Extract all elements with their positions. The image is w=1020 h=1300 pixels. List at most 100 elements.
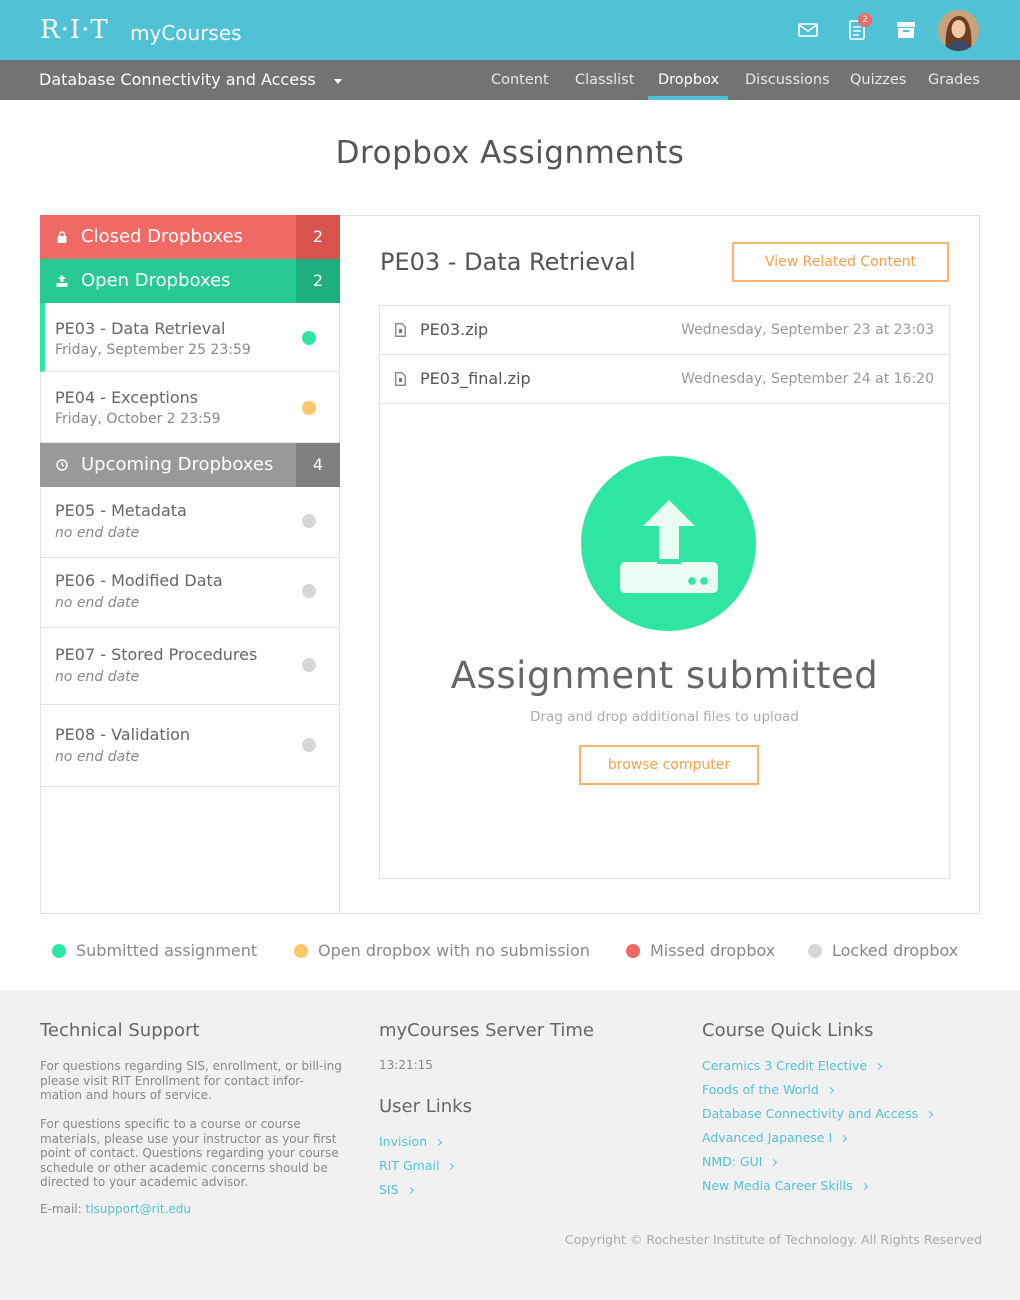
technical-support-heading: Technical Support [40,1020,200,1041]
closed-dropboxes-label: Closed Dropboxes [81,226,243,247]
support-email: E-mail: tlsupport@rit.edu [40,1202,191,1217]
quick-link-foods[interactable]: Foods of the World [702,1082,834,1098]
chevron-right-icon [840,1134,848,1143]
tab-discussions[interactable]: Discussions [745,71,830,89]
zip-file-icon [395,372,406,386]
browse-computer-button[interactable]: browse computer [579,745,759,785]
link-label: New Media Career Skills [702,1178,853,1193]
user-links-heading: User Links [379,1096,472,1117]
top-bar: R·I·T myCourses 2 [0,0,1020,60]
upcoming-dropboxes-header[interactable]: Upcoming Dropboxes 4 [40,443,340,487]
dropbox-item-title: PE07 - Stored Procedures [55,645,258,664]
legend-label: Locked dropbox [832,941,959,960]
tab-quizzes[interactable]: Quizzes [850,71,906,89]
email-link[interactable]: tlsupport@rit.edu [86,1202,192,1216]
chevron-right-icon [860,1182,868,1191]
chevron-right-icon [435,1138,443,1147]
user-link-sis[interactable]: SIS [379,1182,414,1198]
dropbox-item-due: no end date [55,669,140,685]
dropbox-item-due: no end date [55,525,140,541]
open-dropboxes-label: Open Dropboxes [81,270,231,291]
active-tab-indicator [648,96,728,100]
dropbox-item-pe05[interactable]: PE05 - Metadata no end date [40,487,340,558]
user-link-invision[interactable]: Invision [379,1134,443,1150]
dropbox-item-title: PE03 - Data Retrieval [55,319,226,338]
copyright: Copyright © Rochester Institute of Techn… [564,1232,982,1247]
link-label: SIS [379,1182,399,1197]
upload-tray-icon [620,497,718,593]
chevron-down-icon[interactable] [334,79,342,84]
legend-label: Open dropbox with no submission [318,941,590,960]
notification-badge: 2 [858,13,872,27]
email-label: E-mail: [40,1202,82,1216]
quick-link-database[interactable]: Database Connectivity and Access [702,1106,934,1122]
dropbox-item-pe08[interactable]: PE08 - Validation no end date [40,705,340,787]
status-dot-open [302,401,316,415]
dropbox-item-due: Friday, September 25 23:59 [55,342,251,358]
chevron-right-icon [770,1158,778,1167]
file-row[interactable]: PE03.zip Wednesday, September 23 at 23:0… [380,306,949,355]
course-selector[interactable]: Database Connectivity and Access [39,70,316,90]
quick-link-nmd-gui[interactable]: NMD: GUI [702,1154,778,1170]
avatar[interactable] [938,10,979,51]
upcoming-count: 4 [296,443,340,487]
tab-content[interactable]: Content [491,71,549,89]
status-dot-locked [302,584,316,598]
chevron-right-icon [826,1086,834,1095]
link-label: Advanced Japanese I [702,1130,833,1145]
dropbox-item-title: PE06 - Modified Data [55,571,223,590]
dropbox-item-title: PE05 - Metadata [55,501,187,520]
legend-label: Missed dropbox [650,941,776,960]
view-related-content-button[interactable]: View Related Content [732,242,949,282]
chevron-right-icon [447,1162,455,1171]
link-label: RIT Gmail [379,1158,440,1173]
lock-icon [57,231,67,243]
upcoming-dropboxes-label: Upcoming Dropboxes [81,454,274,475]
dropbox-item-pe03[interactable]: PE03 - Data Retrieval Friday, September … [40,303,340,372]
closed-count: 2 [296,215,340,259]
quick-link-ceramics[interactable]: Ceramics 3 Credit Elective [702,1058,883,1074]
status-dot-locked [302,738,316,752]
quick-link-career-skills[interactable]: New Media Career Skills [702,1178,868,1194]
tab-grades[interactable]: Grades [928,71,980,89]
page-title: Dropbox Assignments [335,135,685,171]
dropbox-item-title: PE04 - Exceptions [55,388,199,407]
app-name[interactable]: myCourses [130,20,242,46]
file-date: Wednesday, September 23 at 23:03 [681,322,934,338]
dropbox-item-pe04[interactable]: PE04 - Exceptions Friday, October 2 23:5… [40,372,340,443]
server-time-value: 13:21:15 [379,1058,433,1072]
upload-icon [56,275,68,287]
open-count: 2 [296,259,340,303]
drag-drop-hint: Drag and drop additional files to upload [530,709,799,725]
server-time-heading: myCourses Server Time [379,1020,594,1041]
link-label: Ceramics 3 Credit Elective [702,1058,868,1073]
rit-logo[interactable]: R·I·T [40,15,109,45]
assignment-title: PE03 - Data Retrieval [380,248,636,276]
file-row[interactable]: PE03_final.zip Wednesday, September 24 a… [380,355,949,404]
dropbox-item-pe07[interactable]: PE07 - Stored Procedures no end date [40,628,340,705]
zip-file-icon [395,323,406,337]
tab-classlist[interactable]: Classlist [575,71,634,89]
course-nav: Database Connectivity and Access Content… [0,60,1020,100]
file-name[interactable]: PE03_final.zip [420,368,531,390]
archive-icon[interactable] [894,18,918,42]
open-dropboxes-header[interactable]: Open Dropboxes 2 [40,259,340,303]
file-date: Wednesday, September 24 at 16:20 [681,371,934,387]
user-link-rit-gmail[interactable]: RIT Gmail [379,1158,455,1174]
clock-icon [56,459,68,471]
submission-status-title: Assignment submitted [450,654,879,697]
support-text-course: For questions specific to a course or co… [40,1117,339,1189]
dropbox-item-due: no end date [55,749,140,765]
tab-dropbox[interactable]: Dropbox [658,71,719,89]
link-label: Database Connectivity and Access [702,1106,919,1121]
dropbox-item-due: Friday, October 2 23:59 [55,411,221,427]
dropbox-item-title: PE08 - Validation [55,725,191,744]
dropbox-item-due: no end date [55,595,140,611]
file-name[interactable]: PE03.zip [420,319,488,341]
legend-dot [52,944,66,958]
closed-dropboxes-header[interactable]: Closed Dropboxes 2 [40,215,340,259]
quick-link-japanese[interactable]: Advanced Japanese I [702,1130,848,1146]
mail-icon[interactable] [796,18,820,42]
dropbox-item-pe06[interactable]: PE06 - Modified Data no end date [40,558,340,628]
status-dot-submitted [302,331,316,345]
